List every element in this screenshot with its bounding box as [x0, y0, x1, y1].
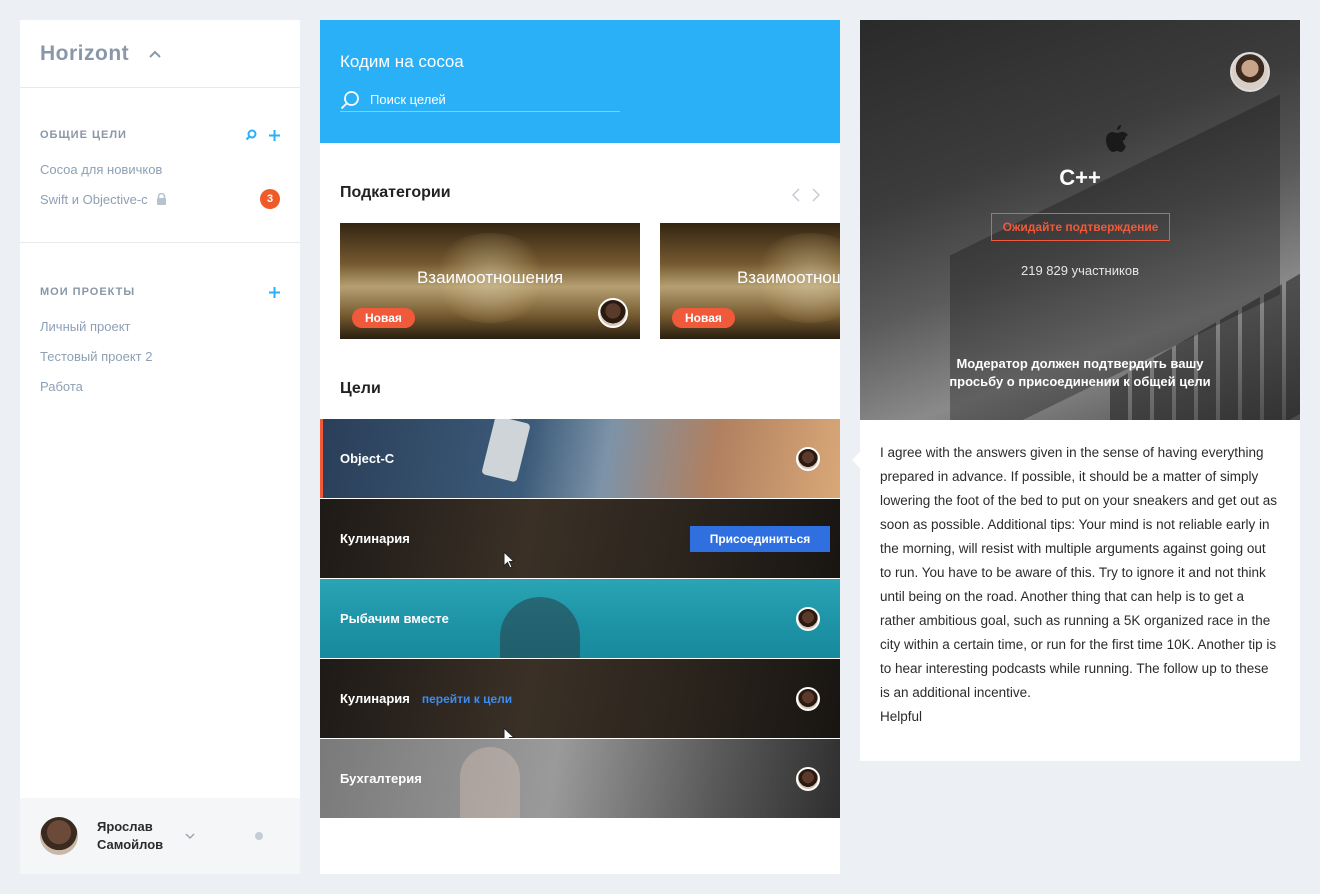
goals-title: Цели: [340, 380, 381, 397]
goal-title: C++: [1059, 165, 1101, 190]
avatar: [796, 767, 820, 791]
status-badge: Ожидайте подтверждение: [991, 213, 1170, 241]
search-input[interactable]: Поиск целей: [340, 88, 620, 112]
sidebar-item-personal-project[interactable]: Личный проект: [40, 311, 280, 341]
panel-header: Кодим на cocoa Поиск целей: [320, 20, 840, 143]
subcategory-carousel: Взаимоотношения Новая Взаимоотношения Но…: [340, 223, 840, 339]
section-title: ОБЩИЕ ЦЕЛИ: [40, 128, 280, 142]
goal-row[interactable]: Кулинария Присоединиться: [320, 499, 840, 579]
lock-icon: [156, 193, 166, 205]
carousel-arrows: [792, 188, 820, 202]
card-title: Взаимоотношения: [416, 268, 564, 287]
avatar: [796, 687, 820, 711]
join-button[interactable]: Присоединиться: [690, 526, 830, 552]
sidebar-header: Horizont: [20, 20, 300, 88]
goals-list: Object-C Кулинария Присоединиться Рыбачи…: [320, 419, 840, 819]
card-title: Взаимоотношения: [736, 268, 840, 287]
my-projects-section: МОИ ПРОЕКТЫ Личный проект Тестовый проек…: [20, 243, 300, 401]
sidebar-item-test-project[interactable]: Тестовый проект 2: [40, 341, 280, 371]
new-badge: Новая: [352, 308, 415, 328]
arrow-left-icon[interactable]: [792, 188, 800, 202]
goals-panel: Кодим на cocoa Поиск целей Подкатегории …: [320, 20, 840, 874]
shared-goals-section: ОБЩИЕ ЦЕЛИ Cocoa для новичков Swift и Ob…: [20, 88, 300, 243]
avatar: [598, 298, 628, 328]
goal-name: Рыбачим вместе: [340, 611, 449, 626]
arrow-right-icon[interactable]: [812, 188, 820, 202]
sidebar-item-cocoa[interactable]: Cocoa для новичков: [40, 154, 280, 184]
brand-name: Horizont: [40, 41, 130, 65]
section-actions: [245, 129, 280, 141]
comment-text: I agree with the answers given in the se…: [880, 445, 1278, 700]
goal-row[interactable]: Object-C: [320, 419, 840, 499]
moderation-note: Модератор должен подтвердить вашу просьб…: [949, 356, 1211, 389]
goal-name: Object-C: [340, 451, 395, 466]
members-count: 219 829 участников: [1021, 263, 1139, 278]
cursor-icon: [503, 727, 515, 738]
sidebar-item-label: Тестовый проект 2: [40, 348, 153, 364]
chevron-down-icon[interactable]: [185, 831, 195, 841]
goal-row[interactable]: Бухгалтерия: [320, 739, 840, 819]
notification-badge: 3: [260, 189, 280, 209]
sidebar-item-label: Личный проект: [40, 318, 131, 334]
sidebar-item-label: Swift и Objective-c: [40, 191, 148, 207]
sidebar-item-swift[interactable]: Swift и Objective-c 3: [40, 184, 280, 214]
goal-detail-hero: C++ Ожидайте подтверждение 219 829 участ…: [860, 20, 1300, 420]
subcategories-title: Подкатегории: [340, 184, 451, 201]
search-icon: [340, 90, 359, 109]
subcategory-card[interactable]: Взаимоотношения Новая: [340, 223, 640, 339]
plus-icon[interactable]: [269, 286, 280, 298]
plus-icon[interactable]: [269, 129, 280, 141]
section-title-text: ОБЩИЕ ЦЕЛИ: [40, 129, 127, 141]
user-name: Ярослав Самойлов: [97, 819, 164, 852]
search-placeholder: Поиск целей: [370, 92, 446, 107]
go-to-goal-link[interactable]: перейти к цели: [422, 692, 512, 706]
apple-icon: [1106, 125, 1128, 152]
sidebar-item-label: Работа: [40, 378, 83, 394]
sidebar-item-label: Cocoa для новичков: [40, 161, 163, 177]
avatar: [796, 607, 820, 631]
status-dot: [255, 832, 263, 840]
cursor-icon: [503, 551, 515, 569]
avatar[interactable]: [40, 817, 78, 855]
goal-name: Кулинария: [340, 691, 410, 706]
sidebar: Horizont ОБЩИЕ ЦЕЛИ Cocoa для новичков S…: [20, 20, 300, 874]
user-panel[interactable]: Ярослав Самойлов: [20, 798, 300, 874]
page-title: Кодим на cocoa: [340, 52, 464, 71]
goal-name: Кулинария: [340, 531, 410, 546]
goal-row[interactable]: Кулинария перейти к цели: [320, 659, 840, 739]
helpful-label[interactable]: Helpful: [880, 705, 1280, 729]
subcategory-card[interactable]: Взаимоотношения Новая: [660, 223, 840, 339]
avatar: [796, 447, 820, 471]
avatar[interactable]: [1230, 52, 1270, 92]
sidebar-item-work[interactable]: Работа: [40, 371, 280, 401]
new-badge: Новая: [672, 308, 735, 328]
comment-card: I agree with the answers given in the se…: [852, 420, 1300, 761]
goal-name: Бухгалтерия: [340, 771, 422, 786]
section-title-text: МОИ ПРОЕКТЫ: [40, 286, 136, 298]
section-title: МОИ ПРОЕКТЫ: [40, 285, 280, 299]
goal-row[interactable]: Рыбачим вместе: [320, 579, 840, 659]
search-icon[interactable]: [245, 129, 257, 141]
chevron-up-icon[interactable]: [149, 48, 161, 60]
